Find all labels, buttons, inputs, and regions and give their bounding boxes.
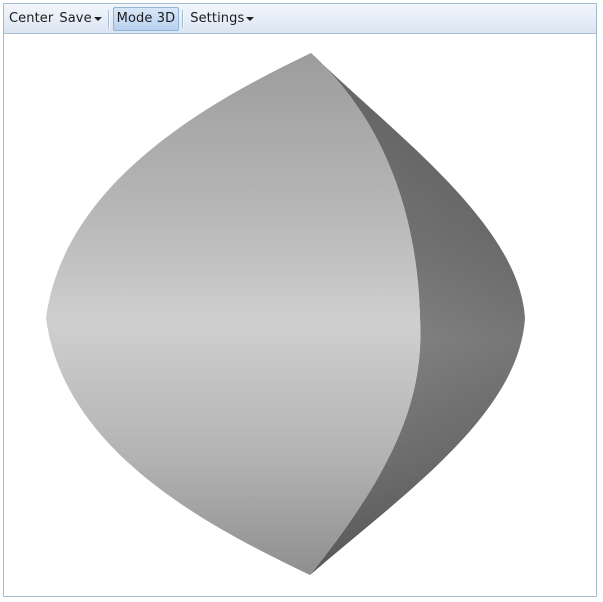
shape-front-face: [46, 53, 421, 575]
toolbar: Center Save Mode 3D Settings: [4, 4, 596, 34]
settings-button-label: Settings: [190, 11, 245, 26]
3d-viewport[interactable]: [4, 34, 596, 596]
mode-3d-label: Mode 3D: [116, 11, 176, 26]
save-button-label: Save: [59, 11, 92, 26]
toolbar-separator: [107, 9, 110, 28]
center-button[interactable]: Center: [6, 7, 56, 31]
chevron-down-icon: [93, 17, 102, 21]
chevron-down-icon: [246, 17, 255, 21]
toolbar-separator: [182, 9, 185, 28]
mode-3d-toggle-button[interactable]: Mode 3D: [112, 6, 180, 31]
save-menu-button[interactable]: Save: [56, 7, 104, 31]
3d-surface-render[interactable]: [4, 34, 596, 596]
center-button-label: Center: [9, 11, 54, 26]
viewer-window: Center Save Mode 3D Settings: [3, 3, 597, 597]
settings-menu-button[interactable]: Settings: [187, 7, 257, 31]
